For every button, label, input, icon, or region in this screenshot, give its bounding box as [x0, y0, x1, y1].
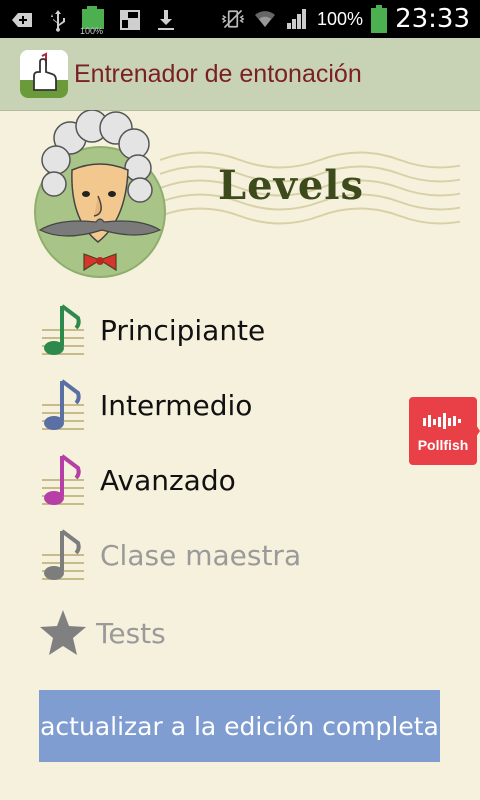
battery-percent: 100% [317, 8, 364, 29]
level-item-clase-maestra[interactable]: Clase maestra [40, 525, 301, 585]
status-bar: 100% 100% 23:33 [0, 0, 480, 38]
action-bar: Entrenador de entonación [0, 38, 480, 111]
clock: 23:33 [395, 4, 470, 34]
music-note-icon [42, 379, 84, 430]
battery-icon [371, 5, 388, 33]
music-note-icon [42, 529, 84, 580]
pollfish-wave-icon [423, 413, 461, 429]
app-notification-icon [120, 10, 140, 30]
wifi-icon [255, 11, 276, 27]
music-note-icon [42, 304, 84, 355]
download-icon [158, 10, 174, 30]
vibrate-icon [221, 9, 245, 29]
add-icon [12, 13, 32, 27]
usb-icon [51, 10, 65, 32]
star-icon [40, 610, 86, 655]
levels-title: Levels [218, 162, 364, 209]
music-note-icon [42, 454, 84, 505]
upgrade-button-label: actualizar a la edición completa [40, 711, 439, 741]
level-item-principiante[interactable]: Principiante [40, 300, 265, 360]
level-label: Avanzado [100, 463, 236, 497]
tests-item[interactable]: Tests [38, 606, 166, 660]
level-item-intermedio[interactable]: Intermedio [40, 375, 252, 435]
level-label: Principiante [100, 313, 266, 347]
battery-small-text: 100% [80, 26, 104, 36]
app-title: Entrenador de entonación [74, 59, 362, 88]
level-label: Intermedio [100, 388, 253, 422]
pollfish-label: Pollfish [417, 437, 469, 453]
pollfish-button[interactable]: Pollfish [409, 397, 477, 465]
signal-icon [287, 9, 307, 29]
pollfish-arrow [476, 425, 480, 437]
battery-small-icon: 100% [80, 6, 106, 36]
level-item-avanzado[interactable]: Avanzado [40, 450, 236, 510]
upgrade-button[interactable]: actualizar a la edición completa [39, 690, 440, 762]
mascot-image [34, 110, 166, 278]
app-logo-icon[interactable] [20, 50, 68, 98]
tests-label: Tests [96, 616, 166, 650]
level-label: Clase maestra [100, 538, 302, 572]
